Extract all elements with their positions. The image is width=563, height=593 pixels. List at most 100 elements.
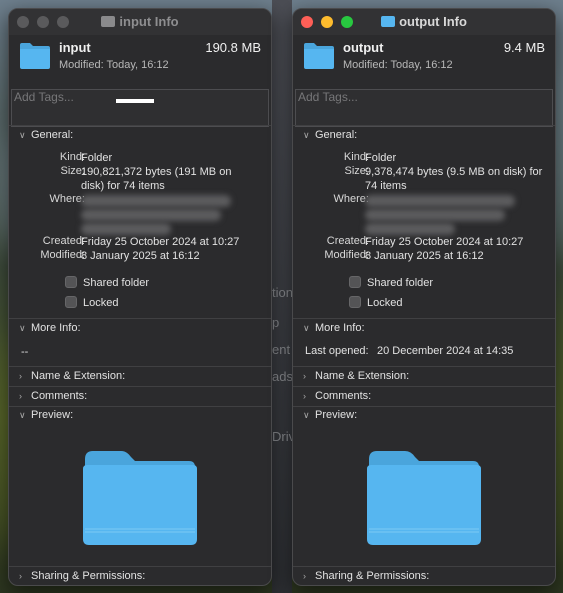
locked-checkbox[interactable]: Locked (349, 296, 402, 309)
shared-folder-checkbox[interactable]: Shared folder (65, 276, 149, 289)
comments-section-toggle[interactable]: › Comments: (19, 390, 87, 402)
shared-folder-label: Shared folder (367, 277, 434, 289)
last-opened-label: Last opened: (305, 345, 369, 357)
shared-folder-checkbox[interactable]: Shared folder (349, 276, 433, 289)
info-window-output: output Info output 9.4 MB Modified: Toda… (292, 8, 556, 586)
checkbox-icon (349, 296, 361, 308)
kind-label: Kind: (59, 151, 85, 163)
locked-label: Locked (83, 297, 119, 309)
background-window-strip: tion p ent ads Driv (272, 0, 295, 593)
blurred-path (81, 223, 171, 235)
folder-icon (304, 43, 334, 69)
last-opened-value: 20 December 2024 at 14:35 (377, 345, 514, 357)
divider (9, 566, 271, 567)
preview-heading: Preview: (31, 409, 74, 421)
window-title-text: input Info (119, 14, 179, 29)
chevron-down-icon: ∨ (303, 323, 310, 333)
redaction-bar (116, 99, 154, 103)
chevron-right-icon: › (303, 571, 306, 581)
divider (293, 566, 555, 567)
chevron-right-icon: › (303, 391, 306, 401)
blurred-path (365, 223, 455, 235)
modified-value: 8 January 2025 at 16:12 (81, 250, 200, 262)
more-info-heading: More Info: (31, 322, 81, 334)
sharing-heading: Sharing & Permissions: (31, 570, 146, 582)
modified-label: Modified: (40, 249, 85, 261)
blurred-path (365, 195, 515, 207)
checkbox-icon (65, 296, 77, 308)
sharing-heading: Sharing & Permissions: (315, 570, 430, 582)
more-info-section-toggle[interactable]: ∨ More Info: (303, 322, 365, 334)
background-text: ads (272, 369, 293, 384)
name-extension-heading: Name & Extension: (315, 370, 410, 382)
blurred-path (81, 195, 231, 207)
divider (9, 125, 271, 126)
comments-section-toggle[interactable]: › Comments: (303, 390, 371, 402)
general-section-toggle[interactable]: ∨ General: (19, 129, 73, 141)
where-label: Where: (333, 193, 369, 205)
folder-icon (381, 16, 396, 27)
name-extension-heading: Name & Extension: (31, 370, 126, 382)
chevron-right-icon: › (19, 391, 22, 401)
created-value: Friday 25 October 2024 at 10:27 (365, 236, 524, 248)
general-heading: General: (31, 129, 74, 141)
checkbox-icon (65, 276, 77, 288)
chevron-down-icon: ∨ (303, 410, 310, 420)
item-modified: Modified: Today, 16:12 (343, 59, 453, 71)
chevron-down-icon: ∨ (19, 410, 26, 420)
chevron-right-icon: › (19, 371, 22, 381)
item-name: input (59, 40, 91, 55)
sharing-section-toggle[interactable]: › Sharing & Permissions: (19, 570, 145, 582)
kind-label: Kind: (343, 151, 369, 163)
divider (9, 366, 271, 367)
created-label: Created: (42, 235, 85, 247)
divider (293, 406, 555, 407)
folder-icon (101, 16, 116, 27)
tags-placeholder: Add Tags... (298, 90, 358, 104)
item-size: 9.4 MB (503, 40, 545, 55)
name-extension-section-toggle[interactable]: › Name & Extension: (19, 370, 125, 382)
general-heading: General: (315, 129, 358, 141)
locked-label: Locked (367, 297, 403, 309)
divider (293, 318, 555, 319)
preview-section-toggle[interactable]: ∨ Preview: (19, 409, 73, 421)
chevron-down-icon: ∨ (19, 323, 26, 333)
kind-value: Folder (81, 152, 113, 164)
divider (293, 125, 555, 126)
shared-folder-label: Shared folder (83, 277, 150, 289)
where-label: Where: (49, 193, 85, 205)
locked-checkbox[interactable]: Locked (65, 296, 118, 309)
checkbox-icon (349, 276, 361, 288)
comments-heading: Comments: (31, 390, 88, 402)
tags-field[interactable]: Add Tags... (11, 89, 269, 127)
background-text: p (272, 315, 280, 330)
sharing-section-toggle[interactable]: › Sharing & Permissions: (303, 570, 429, 582)
title-bar[interactable]: output Info (293, 9, 555, 35)
window-title: input Info (9, 14, 271, 29)
item-name: output (343, 40, 384, 55)
info-window-input: input Info input 190.8 MB Modified: Toda… (8, 8, 272, 586)
more-info-section-toggle[interactable]: ∨ More Info: (19, 322, 81, 334)
modified-value: 8 January 2025 at 16:12 (365, 250, 484, 262)
chevron-down-icon: ∨ (303, 130, 310, 140)
preview-section-toggle[interactable]: ∨ Preview: (303, 409, 357, 421)
kind-value: Folder (365, 152, 397, 164)
general-section-toggle[interactable]: ∨ General: (303, 129, 357, 141)
chevron-right-icon: › (303, 371, 306, 381)
divider (9, 318, 271, 319)
tags-field[interactable]: Add Tags... (295, 89, 553, 127)
window-title: output Info (293, 14, 555, 29)
name-extension-section-toggle[interactable]: › Name & Extension: (303, 370, 409, 382)
divider (9, 406, 271, 407)
blurred-path (81, 209, 221, 221)
more-info-value: -- (21, 346, 29, 358)
divider (293, 386, 555, 387)
folder-preview-icon (367, 451, 481, 545)
item-header: output 9.4 MB Modified: Today, 16:12 (303, 39, 545, 79)
title-bar[interactable]: input Info (9, 9, 271, 35)
chevron-down-icon: ∨ (19, 130, 26, 140)
item-modified: Modified: Today, 16:12 (59, 59, 169, 71)
size-label: Size: (344, 165, 369, 177)
item-size: 190.8 MB (205, 40, 261, 55)
created-value: Friday 25 October 2024 at 10:27 (81, 236, 240, 248)
